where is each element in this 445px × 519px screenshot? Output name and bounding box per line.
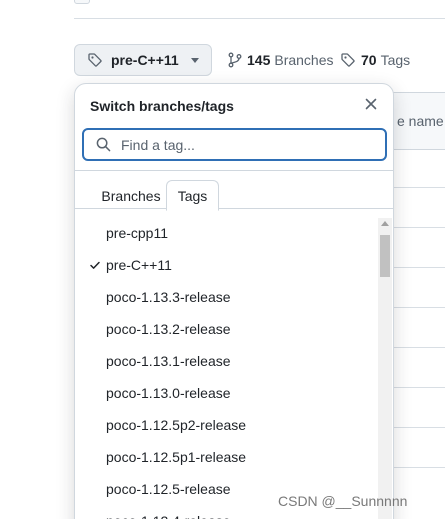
tags-count: 70 <box>361 52 377 68</box>
tag-name: poco-1.12.4-release <box>106 513 231 519</box>
table-row <box>393 347 445 348</box>
tab-branches[interactable]: Branches <box>87 180 175 211</box>
tag-name: poco-1.12.5-release <box>106 481 231 497</box>
tag-search-field[interactable] <box>82 128 387 161</box>
tag-icon <box>341 53 355 67</box>
tag-name: poco-1.13.0-release <box>106 385 231 401</box>
divider <box>74 18 445 19</box>
column-header-name: e name <box>397 113 444 129</box>
toolbar-button-fragment <box>74 0 90 4</box>
search-input[interactable] <box>119 135 373 154</box>
table-row <box>393 427 445 428</box>
tag-name: pre-cpp11 <box>106 225 169 241</box>
tag-list-item[interactable]: poco-1.13.1-release <box>75 345 375 377</box>
tag-icon <box>88 53 102 67</box>
scroll-up-arrow-icon[interactable] <box>381 221 389 226</box>
tag-name: poco-1.13.3-release <box>106 289 231 305</box>
scroll-thumb[interactable] <box>380 235 390 277</box>
close-button[interactable] <box>361 94 381 114</box>
ref-type-tabs: Branches Tags <box>75 170 393 211</box>
tag-list: pre-cpp11 pre-C++11 poco-1.13.3-release poc… <box>75 217 375 519</box>
tag-list-item[interactable]: poco-1.13.3-release <box>75 281 375 313</box>
ref-selector-button[interactable]: pre-C++11 <box>74 44 212 76</box>
tag-list-item[interactable]: poco-1.13.0-release <box>75 377 375 409</box>
tag-list-item[interactable]: poco-1.13.2-release <box>75 313 375 345</box>
tab-tags[interactable]: Tags <box>166 180 219 211</box>
table-row <box>393 187 445 188</box>
table-row <box>393 267 445 268</box>
checkmark-icon <box>90 261 100 269</box>
watermark: CSDN @__Sunnnnn <box>278 493 408 509</box>
tag-list-item[interactable]: poco-1.12.5p2-release <box>75 409 375 441</box>
chevron-down-icon <box>191 57 199 63</box>
tag-name: poco-1.13.2-release <box>106 321 231 337</box>
file-table: e name <box>392 92 445 519</box>
tag-name: poco-1.12.5p1-release <box>106 449 247 465</box>
tabs-divider <box>75 208 393 209</box>
tag-list-item[interactable]: poco-1.12.5p1-release <box>75 441 375 473</box>
tag-name: poco-1.13.1-release <box>106 353 231 369</box>
ref-selector-dropdown: Switch branches/tags Branches Tags pre-c… <box>74 83 394 519</box>
table-row <box>393 387 445 388</box>
tag-list-item[interactable]: pre-cpp11 <box>75 217 375 249</box>
search-icon <box>96 137 111 152</box>
branches-label: Branches <box>274 52 334 68</box>
table-row <box>393 227 445 228</box>
tags-label: Tags <box>380 52 411 68</box>
github-repo-page: pre-C++11 145 Branches 70 Tags e name Sw… <box>0 0 445 519</box>
tag-list-item[interactable]: pre-C++11 <box>75 249 375 281</box>
ref-selector-label: pre-C++11 <box>111 52 179 68</box>
table-row <box>393 467 445 468</box>
tags-link[interactable]: 70 Tags <box>340 52 410 68</box>
branches-link[interactable]: 145 Branches <box>228 52 334 68</box>
scrollbar[interactable] <box>378 218 392 519</box>
file-table-header: e name <box>393 93 445 150</box>
tag-name: pre-C++11 <box>106 257 172 273</box>
table-row <box>393 307 445 308</box>
git-branch-icon <box>228 52 242 68</box>
close-icon <box>365 98 377 110</box>
tag-name: poco-1.12.5p2-release <box>106 417 247 433</box>
dropdown-title: Switch branches/tags <box>90 98 234 114</box>
branches-count: 145 <box>247 52 271 68</box>
